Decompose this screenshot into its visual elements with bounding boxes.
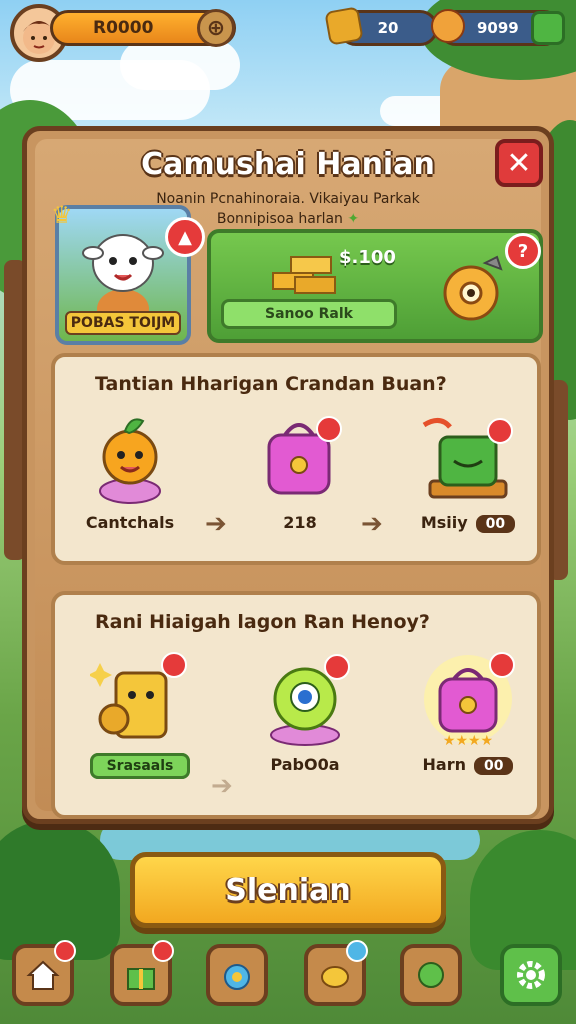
- character-alert-icon: ▲: [165, 217, 205, 257]
- section-2-item-1-tag: Srasaals: [89, 753, 191, 779]
- section-1-item-3-text: Msiiy: [420, 513, 468, 532]
- close-icon: ✕: [506, 145, 532, 181]
- golden-pouch-icon: [443, 255, 503, 321]
- reward-alert-icon: ?: [505, 233, 541, 269]
- section-2-item-1-label: Srasaals: [89, 753, 191, 779]
- section-2-item-3[interactable]: ★★★★ Harn 00: [413, 649, 523, 775]
- daily-panel: Camushai Hanian ✕ Noanin Pcnahinoraia. V…: [22, 126, 554, 824]
- gold-bars-icon: [324, 6, 364, 46]
- resource-counter-1: 20: [324, 6, 438, 46]
- eyeball-creature-icon: [270, 654, 350, 746]
- nav-medal-button[interactable]: [206, 944, 268, 1006]
- nav-leaf-button[interactable]: [400, 944, 462, 1006]
- section-upgrade: Tantian Hharigan Crandan Buan? Cantchals…: [51, 353, 541, 565]
- crown-icon: ♛: [51, 201, 73, 229]
- section-2-item-2[interactable]: PabO0a: [255, 649, 355, 774]
- section-2-item-3-label: Harn 00: [423, 755, 514, 775]
- main-action-button[interactable]: Slenian: [130, 852, 446, 928]
- section-1-title: Tantian Hharigan Crandan Buan?: [95, 373, 447, 395]
- leaf-icon: [418, 962, 444, 988]
- arrow-right-icon: ➔: [205, 509, 227, 539]
- gem-bag-icon: [431, 9, 465, 43]
- resource-add-button[interactable]: [531, 11, 565, 45]
- reward-amount: $.100: [339, 247, 396, 268]
- section-1-item-3[interactable]: Msiiy 00: [413, 411, 523, 533]
- section-2-item-1[interactable]: Srasaals: [85, 649, 195, 779]
- coins-counter: R0000 ⊕: [50, 9, 236, 47]
- gold-bars-icon: [272, 256, 336, 294]
- section-1-item-3-label: Msiiy 00: [420, 513, 516, 533]
- section-1-item-2-label: 218: [283, 513, 317, 532]
- close-button[interactable]: ✕: [495, 139, 543, 187]
- sparkle-icon: ✦: [347, 211, 360, 227]
- section-2-title: Rani Hiaigah lagon Ran Henoy?: [95, 611, 430, 633]
- arrow-right-icon: ➔: [361, 509, 383, 539]
- nav-settings-button[interactable]: [500, 944, 562, 1006]
- resource-2-value: 9099: [477, 19, 519, 37]
- golden-block-icon: [90, 652, 187, 739]
- section-1-item-1-label: Cantchals: [85, 513, 175, 532]
- glowing-pink-bag-icon: ★★★★: [424, 652, 515, 749]
- section-2-item-3-badge: 00: [473, 757, 514, 775]
- medal-icon: [224, 964, 250, 990]
- svg-text:★★★★: ★★★★: [443, 733, 493, 749]
- reward-claim-button[interactable]: Sanoo Ralk: [221, 299, 397, 329]
- section-2-item-3-text: Harn: [422, 755, 466, 774]
- nav-gift-button[interactable]: [110, 940, 174, 1006]
- nav-home-button[interactable]: [12, 940, 76, 1006]
- character-label: POBAS TOIJM: [65, 311, 181, 335]
- green-chest-icon: [422, 418, 513, 499]
- gift-icon: [127, 968, 155, 990]
- section-2-item-2-label: PabO0a: [270, 755, 340, 774]
- bottom-nav: [0, 938, 576, 1024]
- settings-icon: [517, 961, 545, 989]
- section-1-item-2[interactable]: 218: [255, 411, 345, 532]
- nav-gift-alert: [152, 940, 174, 962]
- subtitle-line-2: Bonnipisoa harlan: [216, 211, 343, 227]
- coins-value: R0000: [93, 18, 154, 38]
- coins-add-button[interactable]: ⊕: [197, 9, 235, 47]
- section-1-item-1[interactable]: Cantchals: [85, 411, 175, 532]
- resource-counter-2: 9099: [431, 9, 565, 46]
- arrow-right-icon: ➔: [211, 771, 233, 801]
- food-icon: [321, 966, 349, 988]
- panel-title: Camushai Hanian: [141, 147, 435, 182]
- home-icon: [26, 960, 60, 990]
- reward-card[interactable]: $.100 Sanoo Ralk ?: [207, 229, 543, 343]
- fruit-creature-icon: [99, 418, 161, 504]
- nav-food-button[interactable]: [304, 940, 368, 1006]
- nav-home-alert: [54, 940, 76, 962]
- nav-food-alert: [346, 940, 368, 962]
- resource-1-value: 20: [377, 19, 399, 37]
- pink-bag-icon: [267, 416, 342, 495]
- section-1-item-3-badge: 00: [475, 515, 516, 533]
- section-evolve: Rani Hiaigah lagon Ran Henoy? Srasaals ➔: [51, 591, 541, 819]
